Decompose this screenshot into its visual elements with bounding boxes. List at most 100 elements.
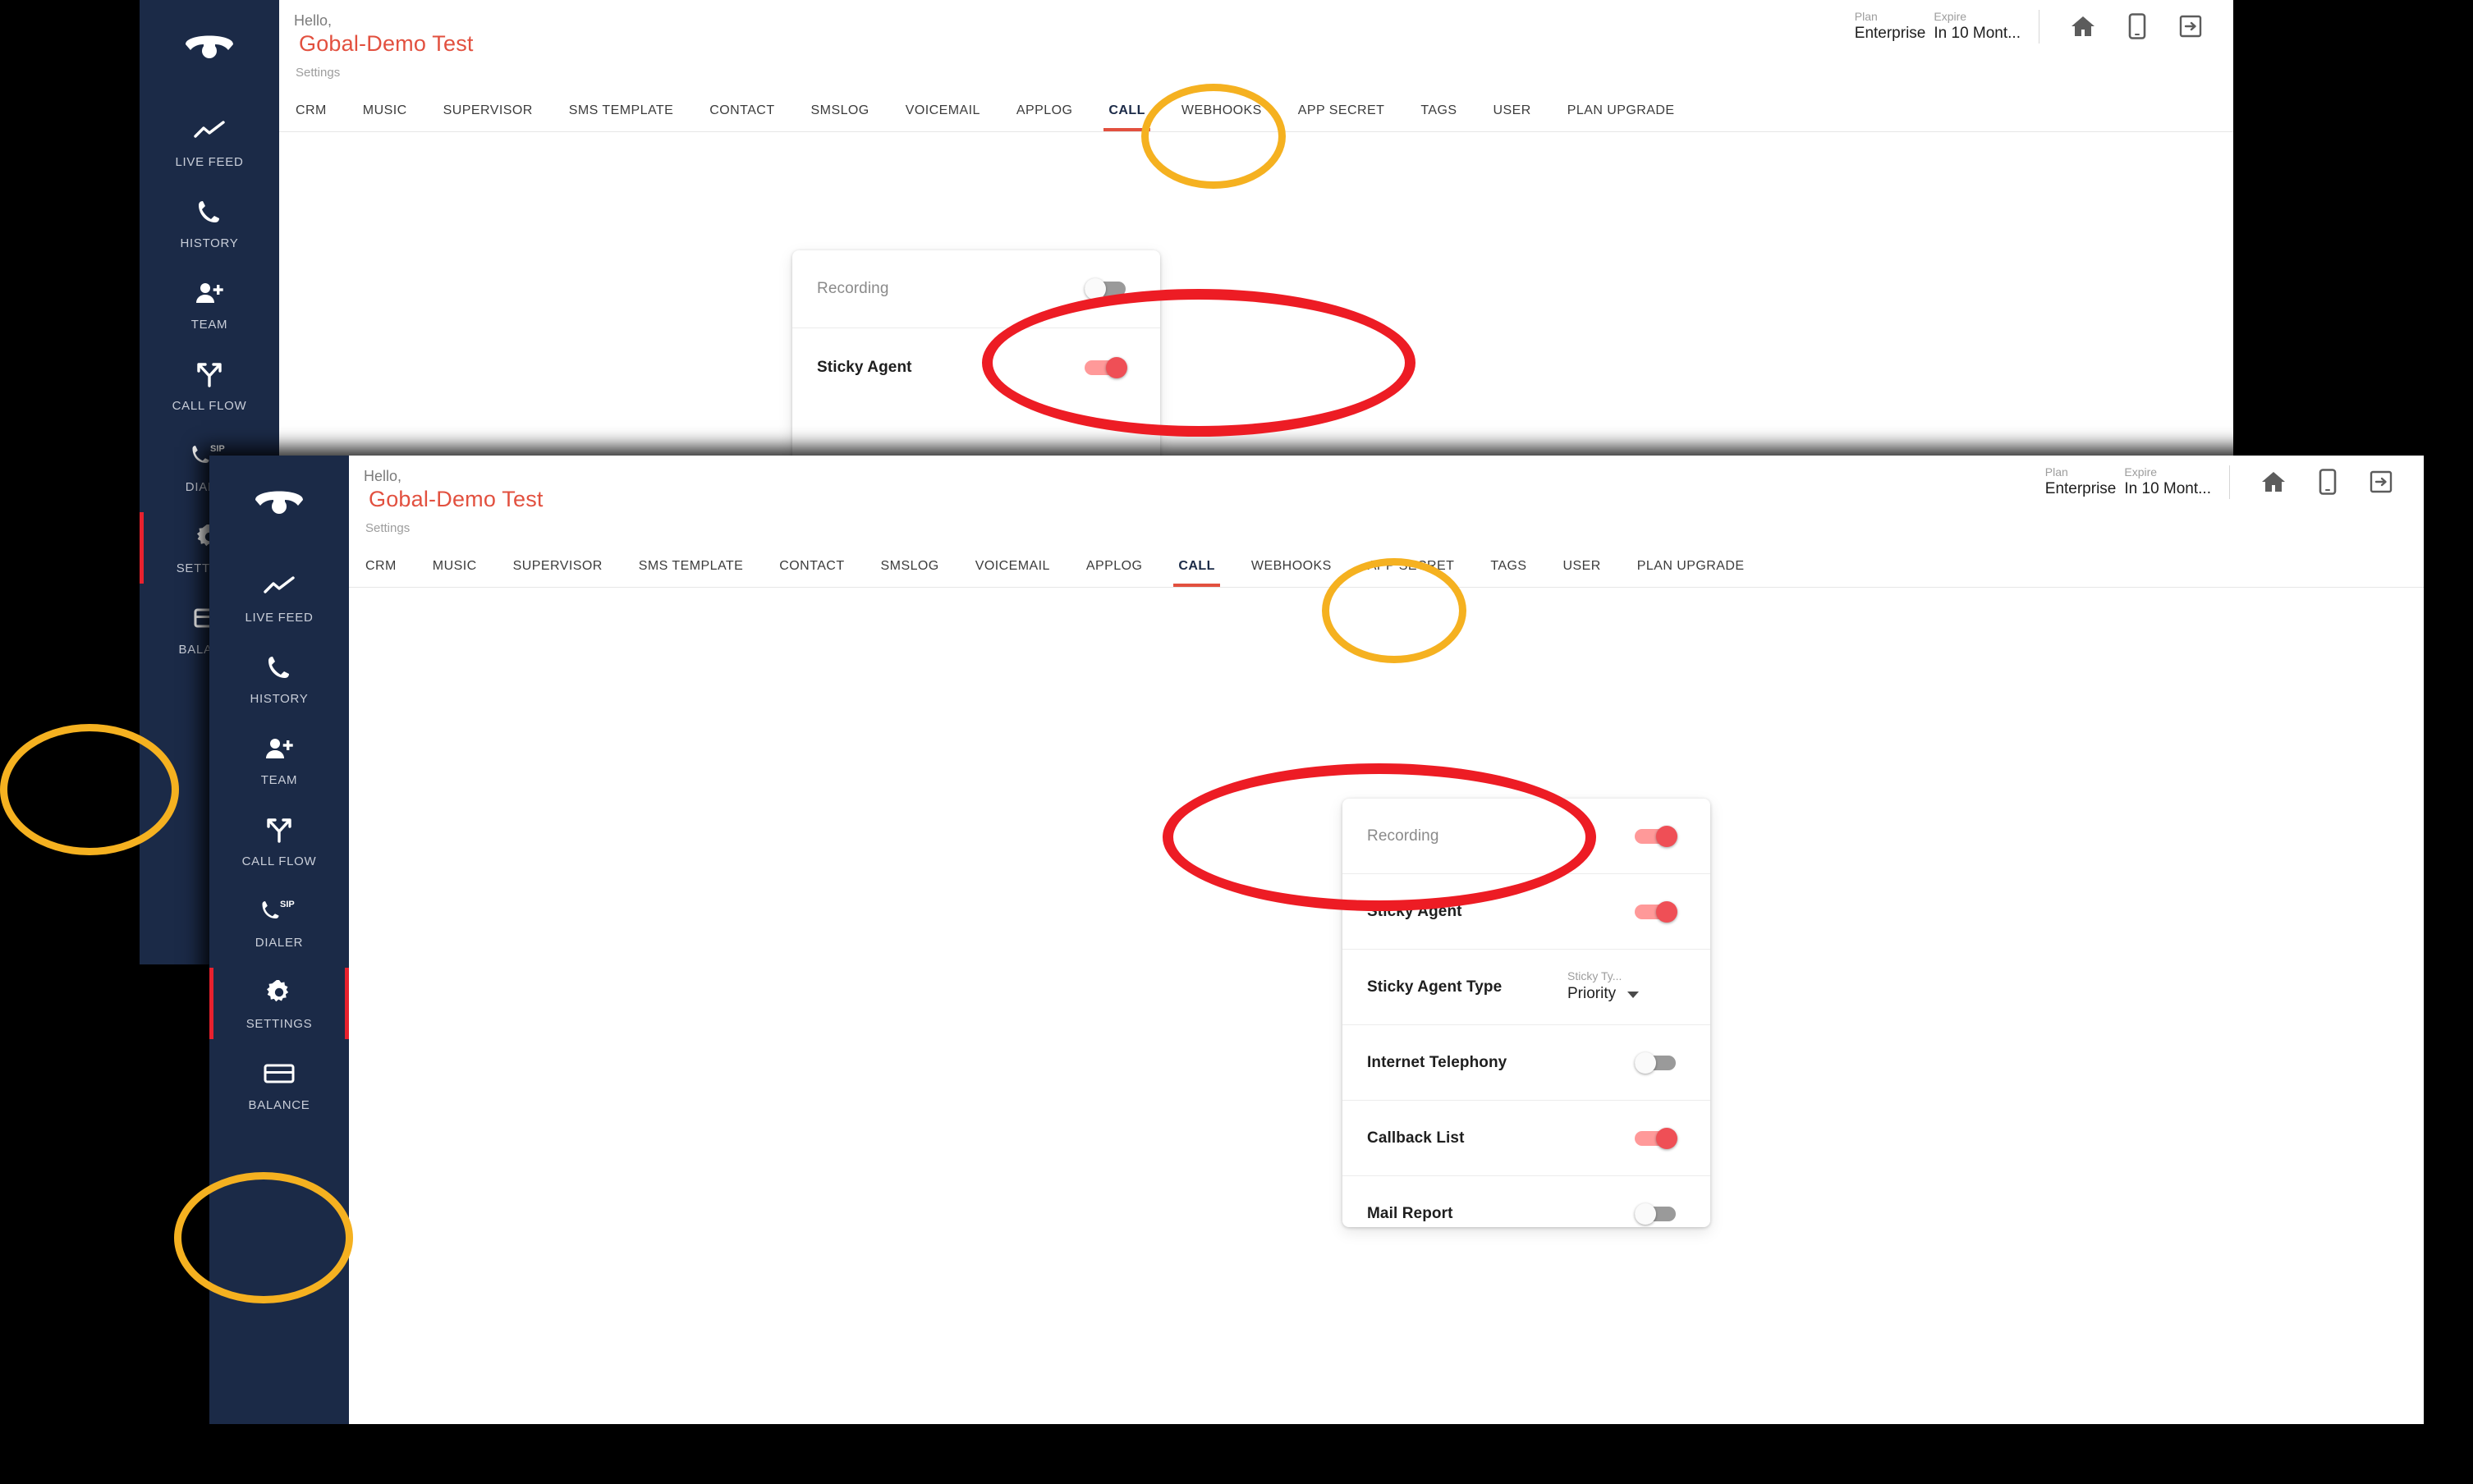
sidebar-label: CALL FLOW	[172, 399, 247, 413]
plan-caption: Plan	[2044, 465, 2068, 479]
plan-caption: Plan	[1854, 10, 1878, 23]
trending-line-icon	[194, 114, 225, 147]
callback-list-toggle[interactable]	[1635, 1127, 1682, 1149]
sidebar-item-history[interactable]: HISTORY	[209, 636, 349, 717]
sticky-agent-toggle[interactable]	[1085, 356, 1132, 378]
recording-toggle[interactable]	[1085, 278, 1132, 300]
mail-report-toggle[interactable]	[1635, 1202, 1682, 1225]
phone-icon	[197, 195, 222, 228]
tab-sms-template[interactable]: SMS TEMPLATE	[569, 103, 674, 131]
tab-smslog[interactable]: SMSLOG	[881, 559, 939, 587]
tab-contact[interactable]: CONTACT	[709, 103, 774, 131]
tab-tags[interactable]: TAGS	[1490, 559, 1526, 587]
tab-music[interactable]: MUSIC	[363, 103, 407, 131]
plan-info: Plan Enterprise Expire In 10 Mont...	[1855, 10, 2039, 44]
sidebar-label: LIVE FEED	[175, 155, 244, 169]
tab-webhooks[interactable]: WEBHOOKS	[1181, 103, 1262, 131]
internet-telephony-toggle[interactable]	[1635, 1051, 1682, 1074]
back-topbar: Hello, Gobal-Demo Test Plan Enterprise E…	[279, 0, 2233, 61]
sidebar-item-call-flow[interactable]: CALL FLOW	[209, 799, 349, 880]
sticky-agent-toggle[interactable]	[1635, 900, 1682, 923]
account-name: Gobal-Demo Test	[369, 486, 544, 511]
app-logo-phone-handset-icon	[252, 483, 306, 524]
sidebar-item-team[interactable]: TEAM	[140, 262, 279, 343]
sidebar-item-live-feed[interactable]: LIVE FEED	[140, 99, 279, 181]
row-mail-report[interactable]: Mail Report	[1342, 1176, 1710, 1227]
add-person-icon	[264, 732, 295, 765]
tab-crm[interactable]: CRM	[296, 103, 327, 131]
tab-user[interactable]: USER	[1493, 103, 1531, 131]
front-settings-tabs: CRM MUSIC SUPERVISOR SMS TEMPLATE CONTACT SMS…	[349, 535, 2424, 588]
gear-icon	[265, 976, 293, 1009]
home-icon[interactable]	[2261, 470, 2286, 493]
card-icon	[264, 1057, 295, 1090]
tab-app-secret[interactable]: APP SECRET	[1368, 559, 1455, 587]
tab-applog[interactable]: APPLOG	[1016, 103, 1073, 131]
tab-call[interactable]: CALL	[1103, 103, 1151, 131]
tab-user[interactable]: USER	[1563, 559, 1601, 587]
sidebar-item-call-flow[interactable]: CALL FLOW	[140, 343, 279, 424]
sidebar-item-dialer[interactable]: SIP DIALER	[209, 880, 349, 961]
tab-app-secret[interactable]: APP SECRET	[1298, 103, 1385, 131]
sip-phone-icon: SIP	[261, 895, 297, 928]
tab-tags[interactable]: TAGS	[1420, 103, 1457, 131]
tab-voicemail[interactable]: VOICEMAIL	[975, 559, 1050, 587]
mobile-icon[interactable]	[2128, 13, 2146, 40]
select-caption: Sticky Ty...	[1567, 969, 1622, 983]
tab-call[interactable]: CALL	[1173, 559, 1221, 587]
sidebar-label: CALL FLOW	[241, 854, 317, 868]
row-label: Sticky Agent	[817, 358, 912, 376]
plan-value: Enterprise	[1854, 24, 1926, 42]
screenshot-canvas: LIVE FEED HISTORY TEAM CALL FLOW SIP Hel…	[0, 0, 2473, 1484]
tab-webhooks[interactable]: WEBHOOKS	[1251, 559, 1332, 587]
tab-applog[interactable]: APPLOG	[1086, 559, 1143, 587]
front-topbar-right: Plan Enterprise Expire In 10 Mont...	[2045, 465, 2412, 499]
row-internet-telephony[interactable]: Internet Telephony	[1342, 1025, 1710, 1101]
tab-voicemail[interactable]: VOICEMAIL	[906, 103, 980, 131]
mobile-icon[interactable]	[2319, 469, 2337, 496]
back-settings-tabs: CRM MUSIC SUPERVISOR SMS TEMPLATE CONTACT SMS…	[279, 80, 2233, 132]
tab-sms-template[interactable]: SMS TEMPLATE	[639, 559, 744, 587]
tab-music[interactable]: MUSIC	[433, 559, 477, 587]
row-label: Sticky Agent Type	[1367, 978, 1503, 996]
recording-toggle[interactable]	[1635, 825, 1682, 847]
sidebar-item-settings[interactable]: SETTINGS	[209, 961, 349, 1042]
chevron-down-icon[interactable]	[1627, 991, 1640, 998]
row-control	[1635, 900, 1682, 923]
sidebar-label: HISTORY	[180, 236, 239, 250]
home-icon[interactable]	[2071, 15, 2095, 38]
tab-plan-upgrade[interactable]: PLAN UPGRADE	[1637, 559, 1745, 587]
logout-icon[interactable]	[2179, 15, 2202, 38]
logout-icon[interactable]	[2370, 470, 2393, 493]
front-sidebar: LIVE FEED HISTORY TEAM CALL FLOW SIP DIA…	[209, 456, 349, 1424]
trending-line-icon	[264, 570, 295, 602]
row-sticky-agent-type[interactable]: Sticky Agent Type Sticky Ty... Priority	[1342, 950, 1710, 1025]
row-callback-list[interactable]: Callback List	[1342, 1101, 1710, 1176]
sidebar-item-balance[interactable]: BALANCE	[209, 1042, 349, 1124]
front-main-area: Hello, Gobal-Demo Test Plan Enterprise E…	[349, 456, 2424, 1424]
row-recording[interactable]: Recording	[1342, 799, 1710, 874]
tab-contact[interactable]: CONTACT	[779, 559, 844, 587]
row-label: Mail Report	[1367, 1204, 1453, 1222]
svg-text:SIP: SIP	[210, 444, 225, 454]
tab-smslog[interactable]: SMSLOG	[811, 103, 869, 131]
sticky-agent-type-select[interactable]: Sticky Ty... Priority	[1567, 969, 1682, 1005]
row-sticky-agent[interactable]: Sticky Agent	[792, 328, 1160, 406]
tab-supervisor[interactable]: SUPERVISOR	[513, 559, 603, 587]
row-recording[interactable]: Recording	[792, 250, 1160, 328]
row-label: Callback List	[1367, 1129, 1465, 1147]
sidebar-item-team[interactable]: TEAM	[209, 717, 349, 799]
svg-text:SIP: SIP	[280, 900, 295, 909]
sidebar-item-live-feed[interactable]: LIVE FEED	[209, 555, 349, 636]
tab-supervisor[interactable]: SUPERVISOR	[443, 103, 533, 131]
tab-crm[interactable]: CRM	[365, 559, 397, 587]
row-sticky-agent[interactable]: Sticky Agent	[1342, 874, 1710, 950]
row-label: Sticky Agent	[1367, 902, 1462, 920]
add-person-icon	[194, 277, 225, 309]
sidebar-label: BALANCE	[248, 1098, 310, 1112]
tab-plan-upgrade[interactable]: PLAN UPGRADE	[1567, 103, 1675, 131]
branch-arrows-icon	[195, 358, 223, 391]
sidebar-item-history[interactable]: HISTORY	[140, 181, 279, 262]
plan-info: Plan Enterprise Expire In 10 Mont...	[2045, 465, 2230, 499]
front-call-settings-card: Recording Sticky Agent Sticky Agent Type St…	[1342, 799, 1710, 1227]
